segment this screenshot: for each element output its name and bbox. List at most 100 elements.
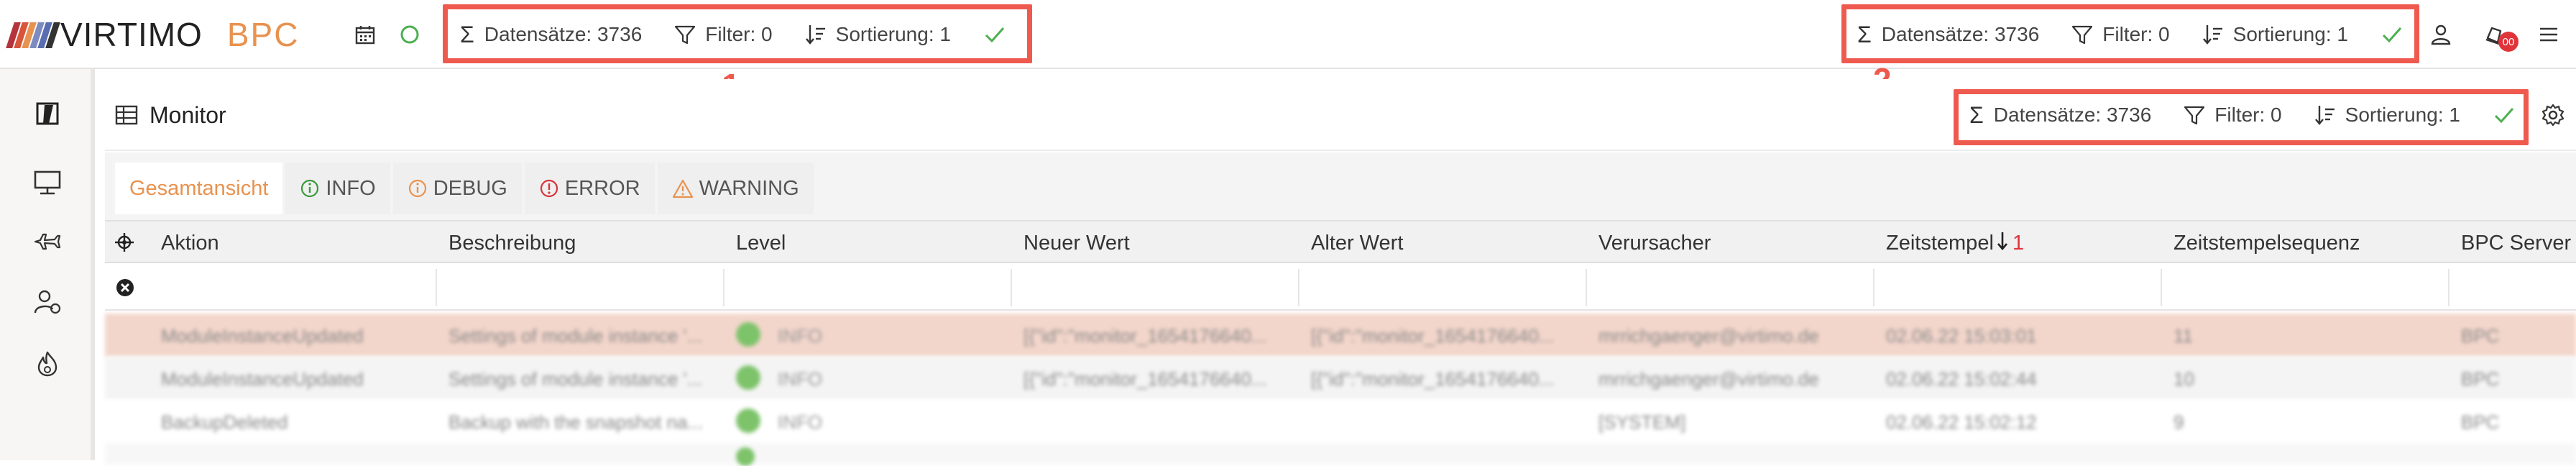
sidebar-item-users[interactable] [29, 283, 66, 321]
tab-gesamtansicht[interactable]: Gesamtansicht [115, 163, 283, 214]
panel-header: Monitor Σ Datensätze: 3736 Filter: 0 Sort… [105, 79, 2576, 151]
app-logo[interactable]: VIRTIMO BPC [6, 16, 300, 53]
airplane-icon [34, 233, 61, 250]
level-info-badge-icon [736, 322, 760, 347]
bpc-module-icon [36, 102, 59, 125]
column-header-zeitstempel[interactable]: Zeitstempel [1886, 232, 1994, 255]
column-header-aktion[interactable]: Aktion [161, 232, 219, 255]
table-row[interactable]: BackupDeleted Backup with the snapshot n… [105, 400, 2576, 443]
filter-input-neuer-wert[interactable] [1012, 269, 1300, 306]
cell-zeitstempelsequenz: 10 [2174, 368, 2194, 390]
filter-input-alter-wert[interactable] [1300, 269, 1587, 306]
table-grid-icon [115, 105, 138, 125]
left-sidebar [0, 69, 95, 460]
cell-bpc-server: BPC [2461, 368, 2500, 390]
sidebar-item-bpc[interactable] [29, 95, 66, 132]
flame-icon [37, 351, 58, 377]
menu-icon[interactable] [2534, 20, 2563, 49]
level-info-badge-icon [736, 447, 755, 466]
table-row[interactable]: ModuleInstanceUpdated Settings of module… [105, 314, 2576, 357]
monitor-icon [34, 170, 61, 195]
filter-input-beschreibung[interactable] [437, 269, 724, 306]
sidebar-item-logs[interactable] [29, 345, 66, 383]
filter-input-zeitstempelsequenz[interactable] [2162, 269, 2450, 306]
tab-warning[interactable]: WARNING [657, 163, 814, 214]
status-circle-icon[interactable] [395, 20, 424, 49]
level-info-badge-icon [736, 365, 760, 390]
filter-input-verursacher[interactable] [1587, 269, 1874, 306]
cell-aktion: ModuleInstanceUpdated [161, 368, 364, 390]
filter-row [105, 265, 2576, 311]
cell-zeitstempel: 02.06.22 15:02:44 [1886, 368, 2037, 390]
level-tabs: Gesamtansicht INFO DEBUG ERROR WARNING [115, 163, 816, 214]
notification-bell-icon[interactable]: 00 [2483, 20, 2518, 52]
monitor-panel: Monitor Σ Datensätze: 3736 Filter: 0 Sort… [105, 79, 2576, 466]
cell-neuer-wert: [{"id":"monitor_1654176640... [1024, 368, 1267, 390]
virtimo-logo-icon [6, 21, 60, 48]
cell-beschreibung: Backup with the snapshot na... [448, 411, 704, 433]
tab-info[interactable]: INFO [285, 163, 390, 214]
column-header-verursacher[interactable]: Verursacher [1598, 232, 1711, 255]
column-header-neuer-wert[interactable]: Neuer Wert [1024, 232, 1130, 255]
tab-label: INFO [326, 176, 376, 200]
cell-level: INFO [778, 325, 823, 347]
column-header-level[interactable]: Level [736, 232, 786, 255]
logo-suffix: BPC [226, 16, 300, 53]
debug-icon [408, 178, 428, 198]
cell-bpc-server: BPC [2461, 325, 2500, 347]
table-header-row: Aktion Beschreibung Level Neuer Wert Alt… [105, 220, 2576, 263]
user-icon[interactable] [2426, 20, 2455, 49]
column-header-zeitstempelsequenz[interactable]: Zeitstempelsequenz [2174, 232, 2360, 255]
cell-verursacher: mrrichgaenger@virtimo.de [1598, 368, 1819, 390]
highlight-box-2 [1841, 4, 2419, 63]
cell-beschreibung: Settings of module instance '... [448, 368, 703, 390]
filter-input-aktion[interactable] [150, 269, 437, 306]
tab-label: WARNING [699, 176, 799, 200]
highlight-box-1 [443, 4, 1032, 63]
table-row[interactable]: ModuleInstanceUpdated Settings of module… [105, 357, 2576, 400]
column-header-beschreibung[interactable]: Beschreibung [448, 232, 576, 255]
cell-aktion: BackupDeleted [161, 411, 288, 433]
level-info-badge-icon [736, 408, 760, 433]
cell-level: INFO [778, 368, 823, 390]
sidebar-item-monitor[interactable] [29, 164, 66, 201]
settings-gear-icon[interactable] [2539, 101, 2567, 129]
cell-bpc-server: BPC [2461, 411, 2500, 433]
filter-input-zeitstempel[interactable] [1874, 269, 2162, 306]
top-bar: VIRTIMO BPC Σ Datensätze: 3736 Filter: 0 … [0, 0, 2576, 69]
cell-zeitstempelsequenz: 9 [2174, 411, 2184, 433]
cell-verursacher: mrrichgaenger@virtimo.de [1598, 325, 1819, 347]
tab-error[interactable]: ERROR [524, 163, 655, 214]
cell-zeitstempelsequenz: 11 [2174, 325, 2193, 347]
filter-input-level[interactable] [724, 269, 1012, 306]
info-icon [300, 178, 320, 198]
cell-zeitstempel: 02.06.22 15:03:01 [1886, 325, 2037, 347]
calendar-icon[interactable] [351, 20, 380, 49]
cell-alter-wert: [{"id":"monitor_1654176640... [1311, 368, 1555, 390]
user-admin-icon [34, 290, 61, 314]
cell-neuer-wert: [{"id":"monitor_1654176640... [1024, 325, 1267, 347]
cell-aktion: ModuleInstanceUpdated [161, 325, 364, 347]
sidebar-item-flows[interactable] [29, 223, 66, 260]
column-header-alter-wert[interactable]: Alter Wert [1311, 232, 1403, 255]
table-row[interactable] [105, 443, 2576, 466]
crosshair-icon[interactable] [114, 232, 135, 257]
cell-level: INFO [778, 411, 823, 433]
cell-verursacher: [SYSTEM] [1598, 411, 1686, 433]
highlight-box-3 [1954, 89, 2529, 145]
cell-beschreibung: Settings of module instance '... [448, 325, 703, 347]
logo-text: VIRTIMO [60, 16, 203, 53]
cell-alter-wert: [{"id":"monitor_1654176640... [1311, 325, 1555, 347]
panel-title: Monitor [150, 102, 226, 128]
tab-label: Gesamtansicht [129, 176, 269, 200]
cell-zeitstempel: 02.06.22 15:02:12 [1886, 411, 2037, 433]
notification-badge: 00 [2498, 32, 2518, 52]
sort-order-number: 1 [2012, 232, 2025, 255]
column-header-bpc-server[interactable]: BPC Server [2461, 232, 2571, 255]
error-icon [539, 178, 559, 198]
tab-label: ERROR [564, 176, 640, 200]
clear-filter-icon[interactable] [115, 278, 135, 301]
tab-label: DEBUG [433, 176, 507, 200]
sort-desc-arrow-icon [1995, 230, 2010, 255]
tab-debug[interactable]: DEBUG [392, 163, 522, 214]
